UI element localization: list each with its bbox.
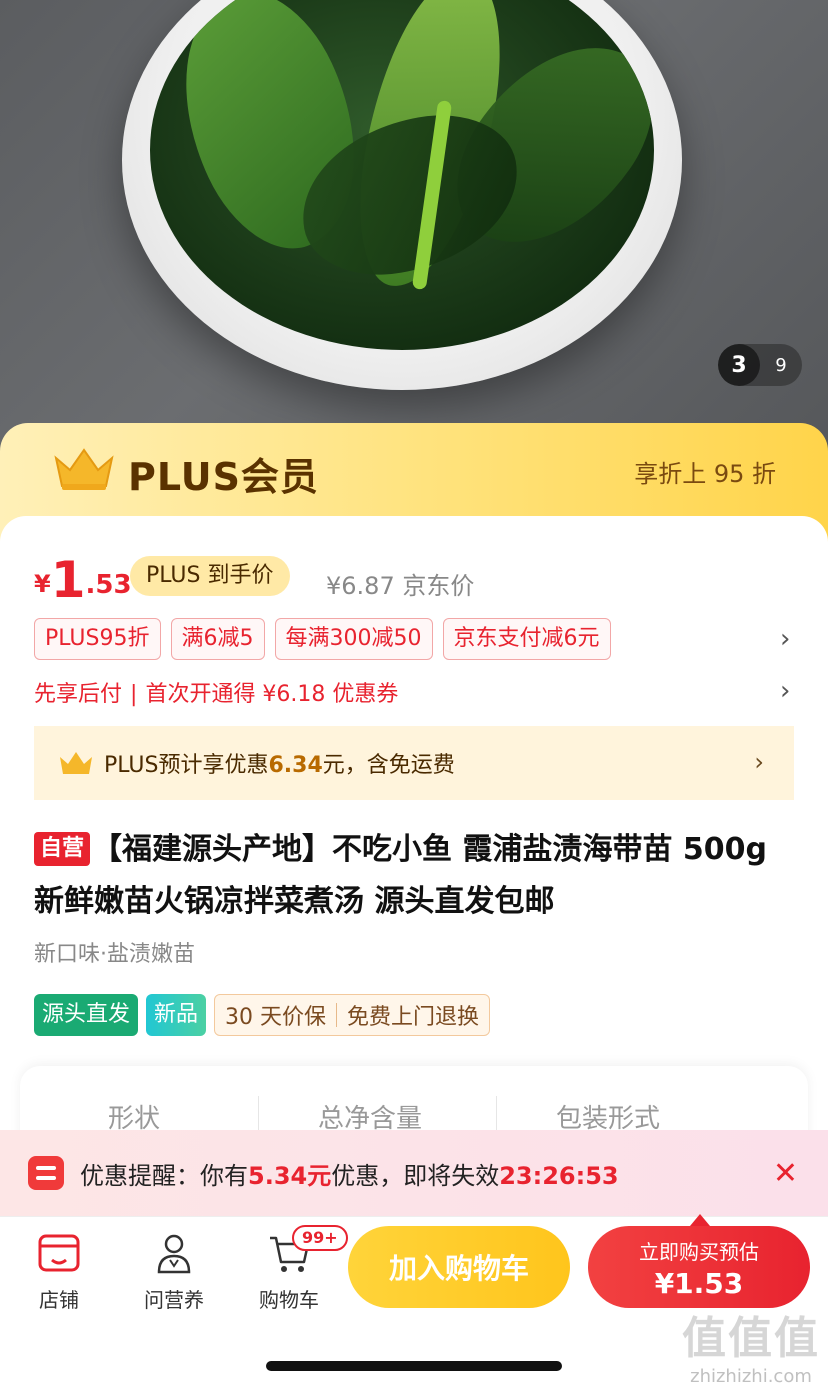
product-title-text: 【福建源头产地】不吃小鱼 霞浦盐渍海带苗 500g 新鲜嫩苗火锅凉拌菜煮汤 源头… — [34, 832, 768, 919]
credit-row[interactable]: 先享后付 | 首次开通得 ¥6.18 优惠券 — [34, 676, 398, 708]
coupon-row[interactable]: PLUS95折 满6减5 每满300减50 京东支付减6元 — [34, 618, 611, 660]
bowl-image — [122, 0, 682, 390]
plus-price-pill: PLUS 到手价 — [130, 556, 290, 596]
reminder-text: 优惠提醒：你有5.34元优惠，即将失效23:26:53 — [80, 1161, 619, 1190]
price-decimal: .53 — [85, 570, 132, 600]
home-indicator[interactable] — [266, 1361, 562, 1371]
coupon-tag[interactable]: 每满300减50 — [274, 618, 433, 660]
nav-store[interactable]: 店铺 — [14, 1232, 104, 1313]
plus-save-prefix: PLUS预计享优惠 — [104, 753, 269, 778]
buy-now-label: 立即购买预估 — [639, 1240, 759, 1264]
price-integer: 1 — [50, 551, 86, 609]
price-protect-label: 30 天价保 — [225, 1005, 327, 1030]
image-total: 9 — [775, 354, 787, 376]
product-variant: 新口味·盐渍嫩苗 — [34, 942, 195, 967]
free-return-label: 免费上门退换 — [347, 1005, 480, 1030]
crown-icon — [60, 752, 92, 774]
coupon-tag[interactable]: PLUS95折 — [34, 618, 161, 660]
buy-now-price: ¥1.53 — [654, 1267, 744, 1300]
plus-discount[interactable]: 享折上 95 折 — [634, 454, 776, 489]
plus-save-amount: 6.34 — [268, 753, 323, 778]
coupon-tag[interactable]: 京东支付减6元 — [442, 618, 611, 660]
price-currency: ¥ — [34, 570, 51, 598]
chevron-right-icon[interactable]: › — [780, 624, 790, 654]
nav-nutrition[interactable]: 问营养 — [129, 1232, 219, 1313]
self-operated-badge: 自营 — [34, 832, 91, 866]
coupon-icon — [28, 1156, 64, 1190]
jd-price: ¥6.87 京东价 — [326, 572, 475, 600]
price: ¥ 1 .53 — [34, 546, 132, 606]
plus-savings-banner[interactable]: PLUS预计享优惠6.34元，含免运费 › — [34, 726, 794, 800]
source-shipping-badge: 源头直发 — [34, 994, 139, 1036]
close-icon[interactable]: ✕ — [773, 1156, 798, 1191]
image-counter: 3 9 — [718, 344, 802, 386]
product-title: 自营 【福建源头产地】不吃小鱼 霞浦盐渍海带苗 500g 新鲜嫩苗火锅凉拌菜煮汤 … — [34, 824, 794, 928]
discount-reminder[interactable]: 优惠提醒：你有5.34元优惠，即将失效23:26:53 — [0, 1130, 828, 1216]
image-current: 3 — [718, 344, 760, 386]
product-image[interactable]: 3 9 — [0, 0, 828, 470]
plus-save-suffix: 元，含免运费 — [322, 753, 455, 778]
countdown: 23:26:53 — [499, 1161, 619, 1190]
service-badge[interactable]: 30 天价保 免费上门退换 — [214, 994, 491, 1036]
badge-row: 源头直发 新品 30 天价保 免费上门退换 — [34, 994, 491, 1036]
nutritionist-icon — [157, 1234, 191, 1274]
chevron-right-icon[interactable]: › — [780, 676, 790, 706]
plus-title: PLUS会员 — [128, 455, 319, 499]
buy-now-button[interactable]: 立即购买预估 ¥1.53 — [588, 1226, 810, 1308]
new-product-badge: 新品 — [146, 994, 207, 1036]
credit-pay-later: 先享后付 — [34, 682, 123, 707]
crown-icon — [54, 448, 114, 490]
cart-count-badge: 99+ — [292, 1225, 348, 1251]
credit-coupon: 首次开通得 ¥6.18 优惠券 — [145, 682, 399, 707]
coupon-tag[interactable]: 满6减5 — [170, 618, 265, 660]
chevron-right-icon: › — [754, 748, 764, 776]
store-icon — [38, 1234, 80, 1272]
site-watermark: 值值值 zhizhizhi.com — [682, 1313, 820, 1387]
add-to-cart-button[interactable]: 加入购物车 — [348, 1226, 570, 1308]
